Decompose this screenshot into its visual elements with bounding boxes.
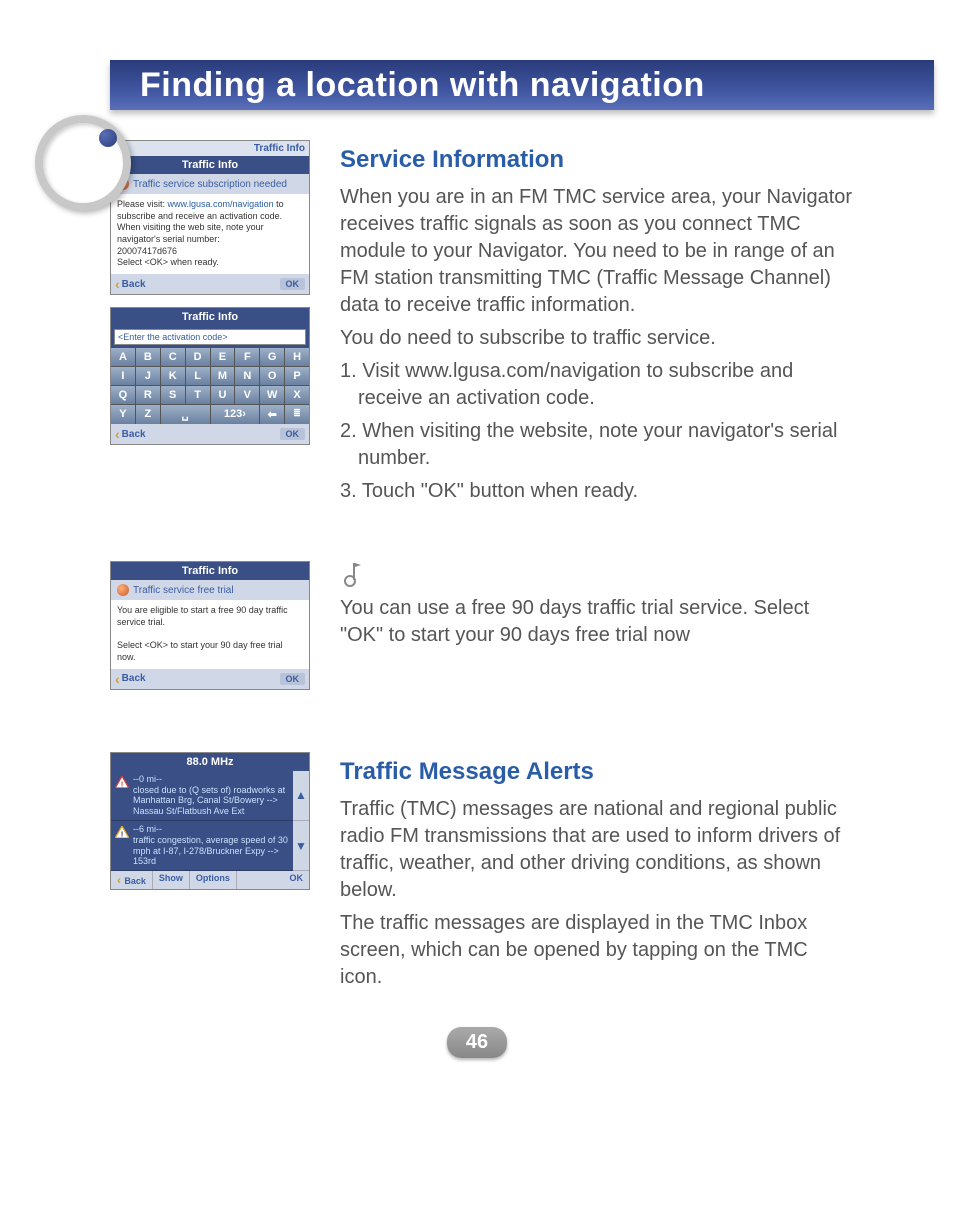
screenshot-tmc-inbox: 88.0 MHz ! --0 mi-- closed due to (Q set… [110, 752, 310, 890]
back-button[interactable]: Back [111, 871, 153, 889]
binder-ring-decoration [35, 115, 125, 205]
screen-title-frequency: 88.0 MHz [111, 753, 309, 771]
key-list-icon[interactable]: ≣ [285, 405, 309, 424]
warning-triangle-icon: ! [115, 776, 129, 788]
note-text: You can use a free 90 days traffic trial… [340, 595, 854, 649]
activation-code-input[interactable] [114, 329, 306, 345]
list-item: 1. Visit www.lgusa.com/navigation to sub… [340, 358, 854, 412]
ok-button[interactable]: OK [284, 871, 310, 889]
key-d[interactable]: D [186, 348, 210, 366]
key-r[interactable]: R [136, 386, 160, 404]
screen-title: Traffic Info [111, 562, 309, 580]
key-q[interactable]: Q [111, 386, 135, 404]
key-c[interactable]: C [161, 348, 185, 366]
tmc-distance: --6 mi-- [133, 824, 289, 835]
key-f[interactable]: F [235, 348, 259, 366]
key-z[interactable]: Z [136, 405, 160, 424]
tmc-text: closed due to (Q sets of) roadworks at M… [133, 785, 289, 817]
tmc-message-item[interactable]: ! --0 mi-- closed due to (Q sets of) roa… [111, 771, 293, 821]
key-e[interactable]: E [211, 348, 235, 366]
key-l[interactable]: L [186, 367, 210, 385]
key-g[interactable]: G [260, 348, 284, 366]
key-space[interactable]: ␣ [161, 405, 210, 424]
key-k[interactable]: K [161, 367, 185, 385]
scroll-down-button[interactable]: ▼ [293, 821, 309, 871]
ok-button[interactable]: OK [280, 428, 306, 440]
key-n[interactable]: N [235, 367, 259, 385]
key-m[interactable]: M [211, 367, 235, 385]
show-button[interactable]: Show [153, 871, 190, 889]
page-header: Finding a location with navigation [110, 60, 934, 110]
warning-triangle-icon: ! [115, 826, 129, 838]
key-u[interactable]: U [211, 386, 235, 404]
tmc-message-item[interactable]: ! --6 mi-- traffic congestion, average s… [111, 821, 293, 871]
section-heading-tmc-alerts: Traffic Message Alerts [340, 756, 854, 788]
onscreen-keyboard: A B C D E F G H I J K L M N O P Q [111, 348, 309, 424]
page-number: 46 [447, 1027, 507, 1058]
list-item: 2. When visiting the website, note your … [340, 418, 854, 472]
key-j[interactable]: J [136, 367, 160, 385]
screenshot-free-trial: Traffic Info Traffic service free trial … [110, 561, 310, 689]
banner-text: Traffic service subscription needed [133, 179, 287, 190]
tmc-distance: --0 mi-- [133, 774, 289, 785]
paragraph: The traffic messages are displayed in th… [340, 910, 854, 991]
tmc-text: traffic congestion, average speed of 30 … [133, 835, 289, 867]
ok-button[interactable]: OK [280, 278, 306, 290]
scroll-up-button[interactable]: ▲ [293, 771, 309, 821]
info-banner: Traffic service free trial [111, 580, 309, 600]
key-i[interactable]: I [111, 367, 135, 385]
ok-button[interactable]: OK [280, 673, 306, 685]
back-button[interactable]: Back [115, 426, 146, 442]
key-x[interactable]: X [285, 386, 309, 404]
screenshot-traffic-subscription: Traffic Info Traffic Info Traffic servic… [110, 140, 310, 295]
screen-title: Traffic Info [111, 308, 309, 326]
key-p[interactable]: P [285, 367, 309, 385]
key-mode-123[interactable]: 123› [211, 405, 260, 424]
screenshot-activation-keyboard: Traffic Info A B C D E F G H I J K L [110, 307, 310, 445]
svg-text:!: ! [121, 779, 124, 788]
serial-number: 20007417d676 [117, 246, 177, 256]
page-title: Finding a location with navigation [110, 60, 934, 110]
screen-title: Traffic Info [111, 156, 309, 174]
key-backspace[interactable]: ⬅ [260, 405, 284, 424]
key-h[interactable]: H [285, 348, 309, 366]
body-text: You are eligible to start a free 90 day … [111, 600, 309, 668]
key-v[interactable]: V [235, 386, 259, 404]
key-s[interactable]: S [161, 386, 185, 404]
key-t[interactable]: T [186, 386, 210, 404]
subscription-link[interactable]: www.lgusa.com/navigation [168, 199, 274, 209]
back-button[interactable]: Back [115, 671, 146, 687]
key-w[interactable]: W [260, 386, 284, 404]
note-icon [340, 561, 364, 589]
key-y[interactable]: Y [111, 405, 135, 424]
banner-text: Traffic service free trial [133, 585, 234, 596]
options-button[interactable]: Options [190, 871, 237, 889]
status-bar: Traffic Info [111, 141, 309, 156]
info-icon [117, 584, 129, 596]
back-button[interactable]: Back [115, 276, 146, 292]
paragraph: When you are in an FM TMC service area, … [340, 184, 854, 319]
paragraph: You do need to subscribe to traffic serv… [340, 325, 854, 352]
list-item: 3. Touch "OK" button when ready. [340, 478, 854, 505]
key-b[interactable]: B [136, 348, 160, 366]
paragraph: Traffic (TMC) messages are national and … [340, 796, 854, 904]
info-banner: Traffic service subscription needed [111, 174, 309, 194]
body-text: Please visit: www.lgusa.com/navigation t… [111, 194, 309, 274]
section-heading-service-info: Service Information [340, 144, 854, 176]
svg-text:!: ! [121, 829, 124, 838]
key-o[interactable]: O [260, 367, 284, 385]
key-a[interactable]: A [111, 348, 135, 366]
